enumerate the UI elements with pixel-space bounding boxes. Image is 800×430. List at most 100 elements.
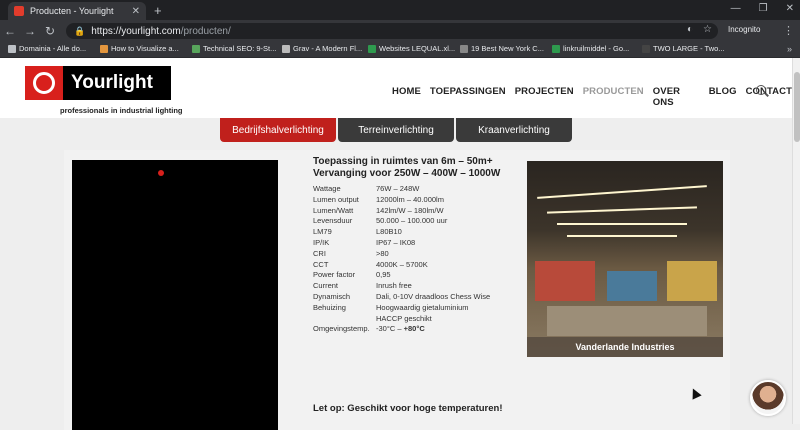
spec-row: HACCP geschikt: [313, 314, 490, 325]
chat-widget-avatar[interactable]: [750, 380, 786, 416]
scrollbar-thumb[interactable]: [794, 72, 800, 142]
url-host: https://yourlight.com: [91, 25, 181, 37]
spec-key: Lumen output: [313, 194, 359, 204]
nav-home[interactable]: HOME: [392, 86, 421, 108]
bookmark-favicon-icon: [368, 44, 376, 53]
spec-key: LM79: [313, 227, 332, 237]
spec-key: [313, 314, 376, 325]
bookmarks-more-icon[interactable]: »: [787, 44, 792, 54]
address-bar[interactable]: 🔒 https://yourlight.com/producten/ ◐ ☆: [66, 23, 718, 39]
tab-kraanverlichting[interactable]: Kraanverlichting: [456, 118, 572, 142]
page-scrollbar[interactable]: [792, 58, 800, 424]
site-favicon-icon: [14, 6, 24, 16]
nav-contact[interactable]: CONTACT: [746, 86, 792, 108]
incognito-indicator[interactable]: Incognito: [728, 25, 760, 34]
spec-value: Inrush free: [376, 281, 412, 291]
main-nav: HOME TOEPASSINGEN PROJECTEN PRODUCTEN OV…: [392, 86, 792, 108]
bookmark-item[interactable]: How to Visualize a...: [100, 44, 179, 53]
spec-table: Wattage 76W – 248W Lumen output 12000lm – …: [313, 184, 490, 335]
bookmark-item[interactable]: linkruilmiddel - Go...: [552, 44, 629, 53]
nav-producten[interactable]: PRODUCTEN: [583, 86, 644, 108]
spec-value: 4000K – 5700K: [376, 259, 428, 269]
ceiling-light: [557, 223, 687, 225]
product-video[interactable]: [72, 160, 278, 430]
reload-icon[interactable]: ↻: [40, 24, 60, 38]
bookmark-star-icon[interactable]: ☆: [703, 24, 712, 35]
spec-key: Omgevingstemp.: [313, 324, 370, 334]
bookmark-label: 19 Best New York C...: [471, 44, 544, 53]
bookmark-favicon-icon: [552, 44, 560, 53]
url-path: /producten/: [180, 25, 231, 37]
nav-blog[interactable]: BLOG: [709, 86, 737, 108]
bookmark-label: Grav - A Modern Fl...: [293, 44, 363, 53]
category-tabs: Bedrijfshalverlichting Terreinverlichtin…: [220, 118, 572, 142]
site-logo[interactable]: Yourlight: [25, 66, 171, 100]
tab-bedrijfshalverlichting[interactable]: Bedrijfshalverlichting: [220, 118, 336, 142]
spec-row: IP/IK IP67 – IK08: [313, 238, 490, 249]
logo-mark: [25, 66, 63, 100]
bookmark-item[interactable]: Grav - A Modern Fl...: [282, 44, 362, 53]
bookmark-item[interactable]: Websites LEQUAL.xl...: [368, 44, 455, 53]
ceiling-light: [547, 206, 697, 214]
spec-key: CRI: [313, 248, 326, 258]
window-close-icon[interactable]: ✕: [786, 3, 794, 14]
spec-value: >80: [376, 248, 389, 258]
spec-value: 76W – 248W: [376, 184, 420, 193]
bookmark-label: TWO LARGE - Two...: [653, 44, 725, 53]
spec-row: CCT 4000K – 5700K: [313, 260, 490, 271]
spec-key: Levensduur: [313, 216, 353, 226]
nav-toepassingen[interactable]: TOEPASSINGEN: [430, 86, 506, 108]
browser-menu-icon[interactable]: ⋮: [783, 24, 794, 37]
bookmark-item[interactable]: Technical SEO: 9-St...: [192, 44, 276, 53]
logo-ring-icon: [33, 72, 55, 94]
spec-row: Levensduur 50.000 – 100.000 uur: [313, 216, 490, 227]
spec-value: L80B10: [376, 227, 402, 237]
site-header: Yourlight professionals in industrial li…: [0, 58, 792, 118]
bookmark-label: Websites LEQUAL.xl...: [379, 44, 456, 53]
bookmark-item[interactable]: 19 Best New York C...: [460, 44, 544, 53]
browser-toolbar: ← → ↻ 🔒 https://yourlight.com/producten/…: [0, 20, 800, 42]
forward-icon[interactable]: →: [20, 24, 40, 38]
product-title-line-2: Vervanging voor 250W – 400W – 1000W: [313, 168, 501, 179]
spec-key: Dynamisch: [313, 291, 351, 301]
extension-icon[interactable]: ◐: [687, 24, 693, 35]
record-indicator-icon: [158, 170, 164, 176]
ceiling-light: [567, 235, 677, 237]
bookmark-label: Domainia - Alle do...: [19, 44, 87, 53]
photo-caption: Vanderlande Industries: [527, 337, 723, 357]
page-viewport: Yourlight professionals in industrial li…: [0, 58, 792, 430]
spec-value-bold: +80°C: [403, 324, 425, 334]
spec-row: LM79 L80B10: [313, 227, 490, 238]
spec-key: Wattage: [313, 184, 341, 193]
project-photo[interactable]: Vanderlande Industries: [527, 161, 723, 357]
search-icon[interactable]: [756, 85, 766, 95]
close-icon[interactable]: ✕: [132, 6, 140, 17]
spec-value: -30°C – +80°C: [376, 324, 425, 335]
spec-key: Behuizing: [313, 302, 346, 312]
bookmark-label: How to Visualize a...: [111, 44, 179, 53]
product-title: Toepassing in ruimtes van 6m – 50m+ Verv…: [313, 156, 500, 180]
shelving-block: [607, 271, 657, 301]
restore-icon[interactable]: ❐: [759, 3, 768, 14]
spec-value: Hoogwaardig gietaluminium: [376, 302, 469, 312]
new-tab-icon[interactable]: +: [154, 3, 162, 18]
minimize-icon[interactable]: —: [731, 3, 741, 14]
spec-key: Current: [313, 281, 339, 291]
bookmark-item[interactable]: TWO LARGE - Two...: [642, 44, 725, 53]
bookmark-item[interactable]: Domainia - Alle do...: [8, 44, 86, 53]
back-icon[interactable]: ←: [0, 24, 20, 38]
spec-value: 0,95: [376, 270, 391, 280]
lock-icon[interactable]: 🔒: [74, 26, 85, 37]
nav-projecten[interactable]: PROJECTEN: [515, 86, 574, 108]
spec-row: Dynamisch Dali, 0-10V draadloos Chess Wis…: [313, 292, 490, 303]
nav-over-ons[interactable]: OVER ONS: [653, 86, 700, 108]
bookmark-favicon-icon: [192, 44, 200, 53]
spec-row: Behuizing Hoogwaardig gietaluminium: [313, 303, 490, 314]
bookmark-page-icon: [8, 44, 16, 53]
tab-terreinverlichting[interactable]: Terreinverlichting: [338, 118, 454, 142]
spec-value: 50.000 – 100.000 uur: [376, 216, 448, 226]
product-card: Toepassing in ruimtes van 6m – 50m+ Verv…: [64, 150, 730, 430]
product-note: Let op: Geschikt voor hoge temperaturen!: [313, 403, 503, 414]
browser-tab[interactable]: Producten - Yourlight ✕: [8, 2, 146, 20]
spec-key: IP/IK: [313, 237, 330, 247]
